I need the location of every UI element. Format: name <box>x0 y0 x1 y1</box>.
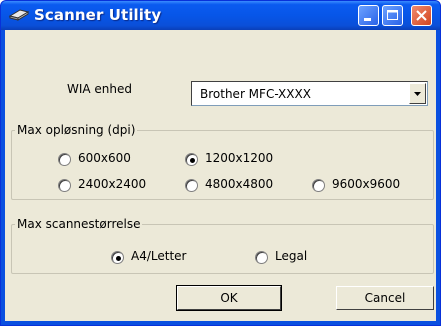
radio-label: 4800x4800 <box>205 177 274 191</box>
resolution-group: Max opløsning (dpi) 600x600 1200x1200 24… <box>11 123 434 200</box>
close-button[interactable] <box>411 5 432 26</box>
title-bar[interactable]: Scanner Utility <box>1 1 440 30</box>
ok-button[interactable]: OK <box>176 285 282 311</box>
scanner-icon <box>8 7 30 23</box>
radio-selected-dot <box>116 256 121 261</box>
wia-device-select[interactable]: Brother MFC-XXXX <box>191 81 428 106</box>
radio-selected-dot <box>190 158 195 163</box>
radio-label: 2400x2400 <box>78 177 147 191</box>
minimize-icon <box>364 18 371 21</box>
radio-label: 9600x9600 <box>332 177 401 191</box>
window-title: Scanner Utility <box>34 6 162 24</box>
radio-circle <box>185 153 198 166</box>
radio-label: 1200x1200 <box>205 151 274 165</box>
radio-label: 600x600 <box>78 151 131 165</box>
radio-circle <box>58 153 71 166</box>
scan-size-group: Max scannestørrelse A4/Letter Legal <box>11 217 434 274</box>
resolution-group-legend: Max opløsning (dpi) <box>15 123 138 137</box>
radio-circle <box>58 179 71 192</box>
minimize-button[interactable] <box>358 5 379 26</box>
maximize-icon <box>387 10 398 20</box>
radio-circle <box>312 179 325 192</box>
chevron-down-icon <box>414 92 421 96</box>
wia-device-label: WIA enhed <box>67 82 133 96</box>
scanner-utility-window: Scanner Utility WIA enhed Brother MFC-XX… <box>0 0 441 326</box>
radio-label: Legal <box>275 249 308 263</box>
maximize-button[interactable] <box>382 5 403 26</box>
dropdown-button[interactable] <box>409 83 426 104</box>
dialog-body: WIA enhed Brother MFC-XXXX Max opløsning… <box>5 30 436 321</box>
close-icon <box>416 10 427 21</box>
cancel-button[interactable]: Cancel <box>336 286 434 310</box>
scan-size-group-legend: Max scannestørrelse <box>15 217 143 231</box>
radio-circle <box>185 179 198 192</box>
radio-label: A4/Letter <box>131 249 187 263</box>
wia-device-value: Brother MFC-XXXX <box>200 87 311 101</box>
radio-circle <box>111 251 124 264</box>
radio-circle <box>255 251 268 264</box>
